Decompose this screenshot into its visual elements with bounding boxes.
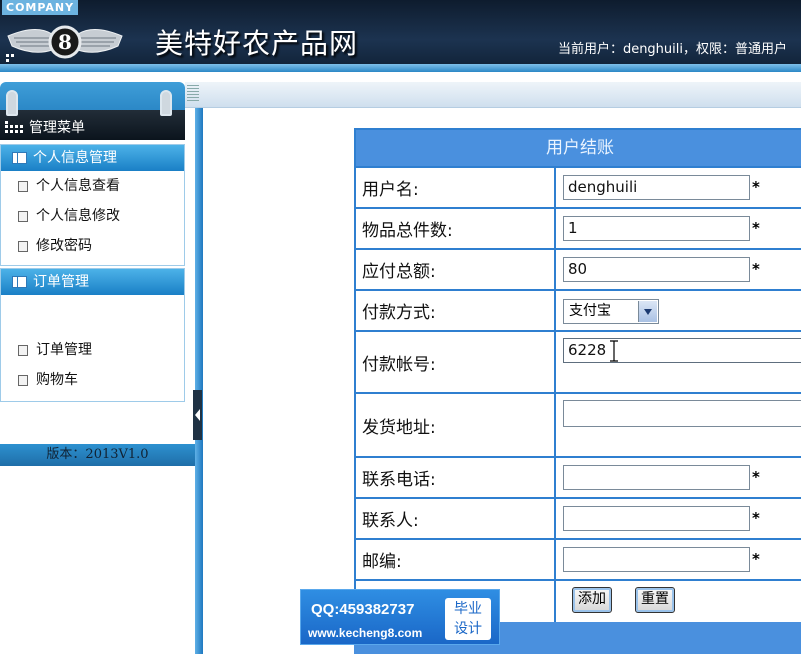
- row-payment-method: 付款方式: 支付宝: [356, 289, 801, 330]
- field-label: 联系电话:: [356, 458, 556, 497]
- required-mark: *: [752, 509, 760, 527]
- field-label: 发货地址:: [356, 394, 556, 456]
- phone-field[interactable]: [563, 465, 750, 490]
- app-window: COMPANY 8 美特好农产品网 当前用户：denghuili，权限：普通用户…: [0, 0, 801, 654]
- sidebar-item-order-management[interactable]: 订单管理: [1, 335, 184, 365]
- menu-header: 管理菜单: [0, 82, 185, 140]
- menu-title: 管理菜单: [29, 120, 85, 136]
- company-tag: COMPANY: [2, 0, 79, 15]
- sidebar-item-label: 订单管理: [36, 342, 92, 358]
- document-icon: [18, 181, 28, 192]
- row-username: 用户名: denghuili *: [356, 166, 801, 207]
- row-phone: 联系电话: *: [356, 456, 801, 497]
- required-mark: *: [752, 178, 760, 196]
- chevron-down-icon[interactable]: [638, 301, 657, 322]
- field-label: 用户名:: [356, 168, 556, 207]
- field-label: 物品总件数:: [356, 209, 556, 248]
- required-mark: *: [752, 550, 760, 568]
- shipping-address-field[interactable]: [563, 400, 801, 427]
- field-label: 付款方式:: [356, 291, 556, 330]
- grip-icon: [187, 85, 199, 102]
- watermark-badge-line1: 毕业: [454, 601, 482, 617]
- row-contact: 联系人: *: [356, 497, 801, 538]
- hanger-left-icon: [6, 90, 18, 116]
- watermark-url: www.kecheng8.com: [308, 626, 423, 640]
- watermark-badge: 毕业 设计: [445, 598, 491, 640]
- document-icon: [18, 345, 28, 356]
- hanger-right-icon: [160, 90, 172, 116]
- payment-method-select[interactable]: 支付宝: [563, 299, 659, 324]
- sidebar-item-change-password[interactable]: 修改密码: [1, 231, 184, 261]
- row-postcode: 邮编: *: [356, 538, 801, 579]
- sidebar-item-shopping-cart[interactable]: 购物车: [1, 365, 184, 395]
- menu-group-orders: 订单管理 订单管理 购物车: [0, 268, 185, 402]
- panel-icon: [12, 276, 27, 288]
- form-title: 用户结账: [356, 130, 801, 166]
- selected-option: 支付宝: [569, 303, 611, 319]
- reset-button[interactable]: 重置: [635, 587, 675, 613]
- sidebar-divider: [195, 82, 203, 654]
- row-total-amount: 应付总额: 80 *: [356, 248, 801, 289]
- watermark-badge-line2: 设计: [454, 621, 482, 637]
- menu-group-title: 个人信息管理: [33, 150, 117, 166]
- menu-group-header-orders[interactable]: 订单管理: [1, 269, 184, 295]
- field-label: 联系人:: [356, 499, 556, 538]
- site-title: 美特好农产品网: [155, 27, 359, 60]
- content-toolbar: [185, 82, 801, 108]
- sidebar-item-label: 个人信息修改: [36, 208, 120, 224]
- row-account-number: 付款帐号: 6228: [356, 330, 801, 392]
- winged-8-logo-icon: 8: [6, 25, 123, 62]
- header-gap: [0, 72, 801, 82]
- panel-icon: [12, 152, 27, 164]
- site-header: COMPANY 8 美特好农产品网 当前用户：denghuili，权限：普通用户: [0, 0, 801, 72]
- menu-group-header-personal[interactable]: 个人信息管理: [1, 145, 184, 171]
- required-mark: *: [752, 468, 760, 486]
- checkout-form: 用户结账 用户名: denghuili * 物品总件数: 1 * 应付总额: 8…: [354, 128, 801, 654]
- required-mark: *: [752, 260, 760, 278]
- menu-header-bar: [0, 110, 185, 140]
- username-field[interactable]: denghuili: [563, 175, 750, 200]
- document-icon: [18, 241, 28, 252]
- postcode-field[interactable]: [563, 547, 750, 572]
- field-label: 付款帐号:: [356, 332, 556, 392]
- document-icon: [18, 375, 28, 386]
- account-number-value: 6228: [568, 341, 607, 359]
- sidebar-item-view-profile[interactable]: 个人信息查看: [1, 171, 184, 201]
- sidebar-item-label: 购物车: [36, 372, 78, 388]
- row-total-items: 物品总件数: 1 *: [356, 207, 801, 248]
- document-icon: [18, 211, 28, 222]
- contact-field[interactable]: [563, 506, 750, 531]
- sidebar: 管理菜单 个人信息管理 个人信息查看 个人信息修改 修改密码 订单管理 订单管理…: [0, 82, 195, 654]
- menu-grid-icon: [5, 121, 23, 133]
- menu-group-title: 订单管理: [33, 274, 89, 290]
- watermark-qq: QQ:459382737: [311, 601, 415, 618]
- sidebar-item-label: 个人信息查看: [36, 178, 120, 194]
- field-label: 应付总额:: [356, 250, 556, 289]
- add-button[interactable]: 添加: [572, 587, 612, 613]
- menu-group-personal: 个人信息管理 个人信息查看 个人信息修改 修改密码: [0, 144, 185, 266]
- row-shipping-address: 发货地址:: [356, 392, 801, 456]
- total-amount-field[interactable]: 80: [563, 257, 750, 282]
- watermark-banner: QQ:459382737 www.kecheng8.com 毕业 设计: [300, 589, 500, 645]
- version-label: 版本：2013V1.0: [0, 444, 195, 466]
- required-mark: *: [752, 219, 760, 237]
- menu-spacer: [1, 295, 184, 335]
- logo-number: 8: [58, 30, 72, 54]
- sidebar-item-label: 修改密码: [36, 238, 92, 254]
- sidebar-item-edit-profile[interactable]: 个人信息修改: [1, 201, 184, 231]
- field-label: 邮编:: [356, 540, 556, 579]
- collapse-sidebar-button[interactable]: [193, 390, 202, 440]
- header-bottom-border: [0, 64, 801, 72]
- account-number-field[interactable]: 6228: [563, 338, 801, 363]
- total-items-field[interactable]: 1: [563, 216, 750, 241]
- text-cursor-icon: [610, 340, 618, 362]
- current-user-info: 当前用户：denghuili，权限：普通用户: [557, 42, 787, 57]
